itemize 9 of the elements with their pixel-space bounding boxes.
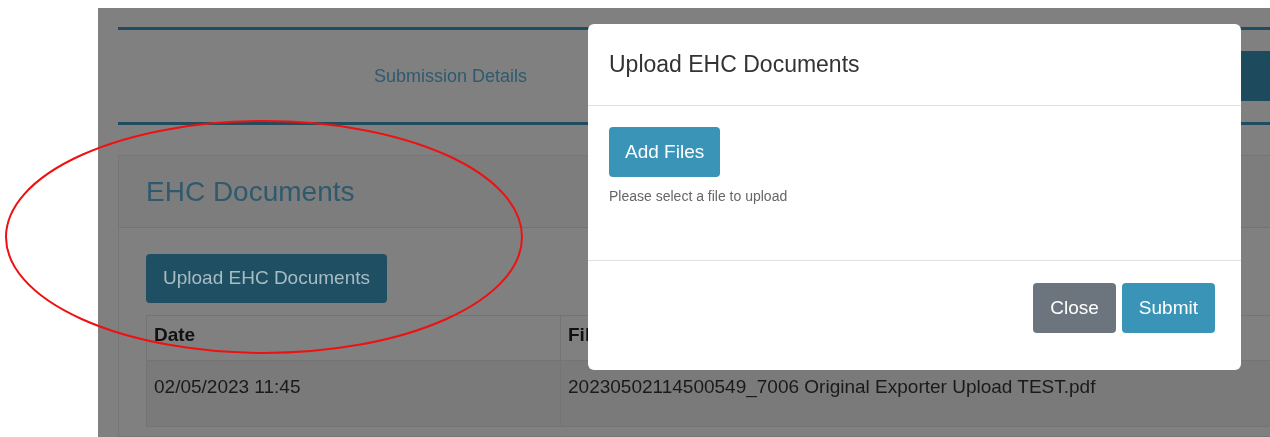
column-header: Date xyxy=(146,315,561,361)
upload-button[interactable]: Upload EHC Documents xyxy=(146,254,387,303)
table-cell: 02/05/2023 11:45 xyxy=(146,360,561,427)
submit-button[interactable]: Submit xyxy=(1121,283,1215,333)
card-title: EHC Documents xyxy=(146,174,355,209)
close-button[interactable]: Close xyxy=(1033,283,1116,333)
add-files-button[interactable]: Add Files xyxy=(609,127,721,177)
modal-title: Upload EHC Documents xyxy=(609,50,860,80)
hint-text: Please select a file to upload xyxy=(609,187,788,206)
